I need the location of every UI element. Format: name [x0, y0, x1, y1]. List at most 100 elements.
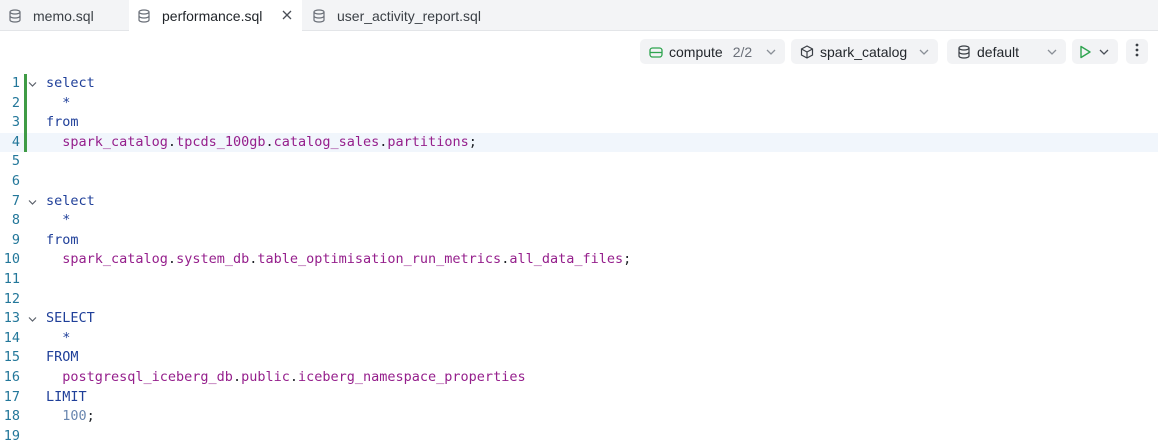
database-icon [956, 44, 972, 60]
more-options-button[interactable] [1126, 39, 1148, 64]
code-line[interactable]: 11 [0, 270, 1158, 290]
line-number: 12 [3, 290, 20, 307]
code-line[interactable]: 6 [0, 172, 1158, 192]
schema-selector[interactable]: default [947, 39, 1066, 64]
compute-selector[interactable]: compute 2/2 [640, 39, 785, 64]
code-token: partitions [387, 133, 469, 150]
tab-label: user_activity_report.sql [337, 7, 481, 24]
code-text: * [46, 94, 70, 114]
play-icon [1077, 44, 1093, 60]
line-number: 16 [3, 369, 20, 385]
code-token: public [241, 369, 290, 385]
line-number: 17 [3, 388, 20, 405]
code-token: * [46, 329, 71, 346]
code-token: * [46, 212, 71, 229]
code-text: spark_catalog.tpcds_100gb.catalog_sales.… [46, 133, 477, 153]
code-text: spark_catalog.system_db.table_optimisati… [46, 250, 631, 270]
code-text: select [46, 192, 95, 212]
line-number: 9 [11, 231, 20, 248]
code-line[interactable]: 9 from [0, 231, 1158, 251]
code-line[interactable]: 5 [0, 152, 1158, 172]
code-token: iceberg_namespace_properties [298, 369, 526, 385]
chevron-down-icon [918, 46, 930, 58]
run-button[interactable] [1072, 39, 1118, 64]
line-number: 19 [3, 427, 20, 444]
compute-label: compute [669, 43, 723, 60]
code-token: * [46, 94, 71, 111]
fold-chevron-icon[interactable] [27, 314, 38, 325]
line-number: 15 [3, 349, 20, 366]
tab-user-activity-report-sql[interactable]: user_activity_report.sql [302, 0, 502, 31]
code-line[interactable]: 17 LIMIT [0, 388, 1158, 408]
code-line[interactable]: 15 FROM [0, 348, 1158, 368]
code-text: select [46, 74, 95, 94]
code-token: ; [623, 251, 632, 268]
code-token: . [167, 133, 177, 150]
fold-chevron-icon[interactable] [27, 197, 38, 208]
fold-chevron-icon[interactable] [27, 79, 38, 90]
code-token: spark_catalog [46, 133, 168, 150]
code-token: tpcds_100gb [176, 133, 266, 150]
code-token: all_data_files [509, 251, 624, 268]
code-line[interactable]: 1 select [0, 74, 1158, 94]
code-line[interactable]: 12 [0, 290, 1158, 310]
chevron-down-icon [1046, 46, 1058, 58]
chevron-down-icon[interactable] [1098, 46, 1110, 58]
code-token: . [232, 369, 242, 385]
code-line[interactable]: 14 * [0, 329, 1158, 349]
cube-icon [799, 44, 815, 60]
code-token: 100 [46, 408, 87, 425]
code-line[interactable]: 13 SELECT [0, 309, 1158, 329]
close-icon[interactable] [280, 8, 294, 22]
code-text: from [46, 231, 79, 251]
code-line[interactable]: 16 postgresql_iceberg_db.public.iceberg_… [0, 368, 1158, 388]
code-line[interactable]: 4 spark_catalog.tpcds_100gb.catalog_sale… [0, 132, 1158, 153]
code-line[interactable]: 19 [0, 427, 1158, 446]
line-number: 7 [11, 192, 20, 209]
code-token: FROM [46, 349, 79, 366]
code-text: postgresql_iceberg_db.public.iceberg_nam… [46, 368, 526, 388]
database-icon [137, 9, 151, 23]
compute-icon [648, 44, 664, 60]
tab-bar: memo.sql performance.sql user_activity_r… [0, 0, 1158, 32]
code-token: . [265, 133, 274, 150]
tab-performance-sql[interactable]: performance.sql [129, 0, 302, 32]
sql-editor[interactable]: 1 select 2 * 3 from 4 spark_catalog.tpcds_100… [0, 74, 1158, 446]
editor-toolbar: compute 2/2 spark_catalog default [0, 39, 1158, 64]
line-number: 10 [3, 251, 20, 268]
code-token: system_db [176, 251, 250, 268]
code-text: 100; [46, 407, 95, 427]
code-line[interactable]: 2 * [0, 93, 1158, 114]
code-text: FROM [46, 348, 79, 368]
code-line[interactable]: 7 select [0, 192, 1158, 212]
tab-label: performance.sql [162, 8, 263, 24]
tab-label: memo.sql [33, 7, 94, 24]
code-token: select [46, 192, 95, 209]
code-line[interactable]: 10 spark_catalog.system_db.table_optimis… [0, 250, 1158, 270]
line-number: 1 [11, 75, 20, 91]
database-icon [312, 8, 326, 23]
code-line[interactable]: 3 from [0, 113, 1158, 133]
database-icon [8, 8, 22, 23]
code-token: . [289, 369, 298, 385]
tab-memo-sql[interactable]: memo.sql [0, 0, 129, 31]
code-line[interactable]: 18 100; [0, 407, 1158, 427]
code-token: ; [468, 133, 477, 150]
code-token: from [46, 114, 79, 131]
code-token: table_optimisation_run_metrics [257, 251, 502, 268]
code-token: ; [86, 408, 95, 425]
line-number: 2 [11, 94, 20, 111]
modified-line-marker [24, 132, 27, 153]
line-number: 4 [11, 133, 20, 150]
line-number: 11 [3, 271, 20, 287]
line-number: 18 [3, 408, 20, 425]
line-number: 6 [11, 173, 20, 189]
compute-count: 2/2 [732, 43, 753, 60]
catalog-selector[interactable]: spark_catalog [791, 39, 938, 64]
more-vertical-icon [1135, 43, 1139, 60]
code-line[interactable]: 8 * [0, 211, 1158, 231]
code-token: LIMIT [46, 388, 87, 405]
code-token: . [167, 251, 177, 268]
modified-line-marker [24, 93, 27, 114]
code-text: * [46, 329, 70, 349]
